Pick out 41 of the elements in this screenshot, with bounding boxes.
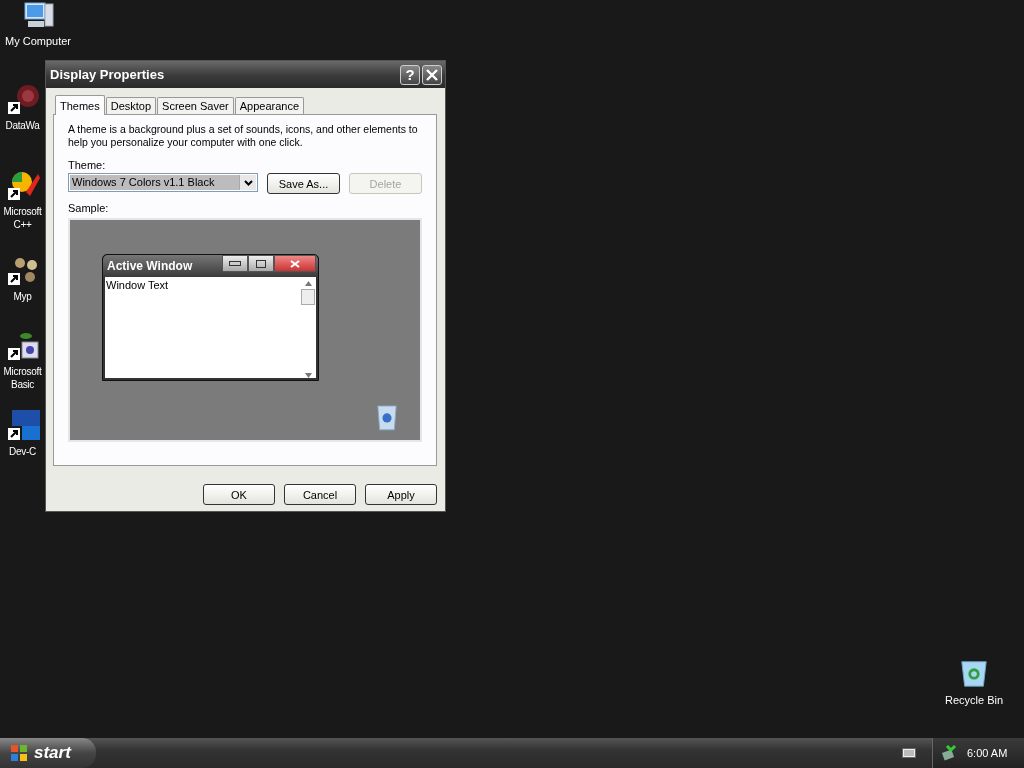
icon-label: Dev-C: [9, 445, 36, 458]
close-button[interactable]: [422, 64, 442, 85]
icon-label: Myp: [13, 290, 32, 303]
recycle-bin-icon: [376, 402, 398, 432]
theme-dropdown[interactable]: Windows 7 Colors v1.1 Black: [68, 173, 258, 192]
icon-label: DataWa: [5, 119, 40, 132]
dialog-button[interactable]: Apply: [365, 484, 437, 505]
shortcut-icon[interactable]: [7, 170, 40, 202]
windows-logo-icon: [10, 744, 28, 762]
shortcut-icon[interactable]: [7, 330, 40, 362]
scroll-down-icon[interactable]: [304, 373, 312, 378]
sample-window-text: Window Text: [105, 278, 170, 293]
help-button[interactable]: ?: [400, 64, 420, 85]
theme-label: Theme:: [68, 159, 107, 171]
shortcut-icon[interactable]: [7, 255, 40, 287]
icon-label: Microsoft Basic: [3, 365, 42, 391]
tab[interactable]: Appearance: [234, 97, 305, 114]
chevron-down-icon: [243, 179, 253, 186]
tab[interactable]: Screen Saver: [157, 97, 234, 114]
sample-label: Sample:: [68, 202, 110, 214]
scroll-thumb[interactable]: [301, 289, 315, 305]
network-icon[interactable]: [941, 745, 957, 761]
icon-label: Recycle Bin: [944, 694, 1004, 707]
description-text: A theme is a background plus a set of sounds, icons, and other elements to help you personalize your computer with one click.: [68, 123, 419, 149]
clock: 6:00 AM: [967, 747, 1008, 759]
sample-window-title: Active Window: [107, 259, 194, 273]
close-icon: [426, 68, 438, 81]
keyboard-icon[interactable]: [902, 748, 916, 758]
scroll-up-icon[interactable]: [304, 281, 312, 286]
shortcut-icon[interactable]: [7, 410, 40, 442]
dialog-button[interactable]: OK: [203, 484, 275, 505]
icon-label: My Computer: [5, 35, 71, 48]
tab[interactable]: Desktop: [105, 97, 157, 114]
icon-label: Microsoft C++: [3, 205, 42, 231]
close-icon: [274, 255, 316, 272]
shortcut-icon[interactable]: [7, 84, 40, 116]
window-title: Display Properties: [50, 67, 166, 82]
start-button[interactable]: start: [0, 738, 96, 768]
tab[interactable]: Themes: [55, 95, 105, 115]
save-as-button[interactable]: Save As...: [267, 173, 340, 194]
dialog-button[interactable]: Cancel: [284, 484, 356, 505]
